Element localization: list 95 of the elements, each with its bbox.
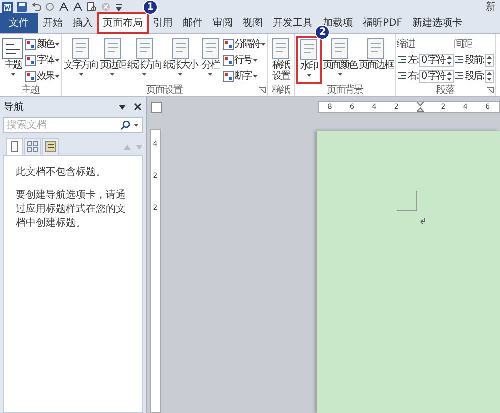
ribbon-button[interactable]: 水印	[296, 36, 322, 84]
document-icon	[44, 141, 56, 153]
grid-icon[interactable]	[222, 54, 234, 66]
save-icon[interactable]	[17, 2, 27, 12]
grid-icon	[26, 141, 38, 153]
step-badge: 2	[315, 25, 330, 40]
caret-icon[interactable]	[55, 43, 60, 46]
group-label: 稿纸	[272, 84, 290, 97]
caret-icon[interactable]	[306, 74, 312, 77]
grid-icon[interactable]	[222, 70, 234, 82]
spin-field[interactable]	[484, 54, 494, 66]
ribbon-tab[interactable]: 插入	[68, 13, 98, 33]
search-icon[interactable]	[121, 120, 130, 130]
print-preview-icon[interactable]	[87, 2, 97, 12]
indent-icon[interactable]	[397, 55, 407, 65]
indent-icon[interactable]	[454, 71, 464, 81]
caret-icon[interactable]	[252, 75, 258, 78]
file-tab[interactable]: 文件	[0, 13, 38, 33]
ribbon-button[interactable]: 页面边框	[358, 36, 394, 84]
pane-title: 导航	[4, 100, 24, 114]
word-logo-icon[interactable]	[2, 2, 13, 12]
page-icon	[8, 141, 20, 153]
section-label: 缩进	[397, 38, 416, 51]
ribbon-button[interactable]: 颜色	[25, 37, 60, 51]
field-label: 段前:	[464, 54, 484, 67]
ribbon-button[interactable]: 分栏	[198, 36, 222, 84]
view-tab[interactable]	[6, 138, 23, 155]
ribbon-button[interactable]: 字体	[25, 53, 60, 67]
caret-icon[interactable]	[55, 59, 60, 62]
field-label: 段后:	[464, 70, 484, 83]
grid-icon[interactable]	[222, 38, 234, 50]
caret-icon[interactable]	[261, 43, 266, 46]
caret-icon[interactable]	[110, 73, 116, 76]
caret-icon[interactable]	[142, 73, 147, 76]
caret-icon[interactable]	[10, 73, 16, 76]
hint-text: 要创建导航选项卡，请通过应用标题样式在您的文档中创建标题。	[16, 189, 127, 231]
ribbon-tab[interactable]: 审阅	[208, 13, 238, 33]
ribbon-button[interactable]: 断字	[222, 69, 266, 83]
spinner-arrows-icon[interactable]	[486, 72, 492, 80]
ribbon-button[interactable]: 文字方向	[63, 36, 99, 84]
spin-field[interactable]: 0 字符	[419, 54, 454, 66]
spinner-arrows-icon[interactable]	[486, 56, 492, 64]
group-label: 主题	[22, 84, 40, 97]
caret-icon[interactable]	[178, 73, 183, 76]
dropdown-arrow-icon[interactable]	[134, 124, 139, 126]
caret-icon[interactable]	[252, 59, 258, 62]
group-label: 页面设置	[146, 84, 182, 97]
view-tab[interactable]	[42, 138, 59, 155]
paragraph-mark-icon[interactable]	[420, 218, 426, 224]
spin-field[interactable]: 0 字符	[419, 70, 454, 82]
ribbon-tab[interactable]: 开发工具	[268, 13, 318, 33]
ribbon-button[interactable]: 稿纸 设置	[269, 36, 293, 84]
close-icon[interactable]	[134, 103, 142, 111]
message-text: 此文档不包含标题。	[16, 166, 107, 180]
indent-icon[interactable]	[397, 71, 407, 81]
window-title: 新	[486, 0, 496, 14]
tab-stop-selector[interactable]	[151, 102, 162, 112]
caret-icon[interactable]	[208, 73, 213, 76]
spin-field[interactable]	[484, 70, 494, 82]
group-label: 段落	[436, 84, 454, 97]
ribbon-button[interactable]: 分隔符	[222, 37, 266, 51]
ribbon-tab[interactable]: 福昕PDF	[358, 13, 408, 33]
ribbon-button[interactable]: 纸张方向	[126, 36, 162, 84]
dialog-launcher-icon[interactable]	[259, 87, 266, 94]
dropdown-arrow-icon[interactable]	[119, 104, 126, 110]
ribbon-button[interactable]: 行号	[222, 53, 266, 67]
grid-icon[interactable]	[25, 70, 36, 82]
section-label: 间距	[454, 38, 474, 51]
ribbon-button[interactable]: 纸张大小	[162, 36, 198, 84]
dialog-launcher-icon[interactable]	[486, 87, 494, 94]
spinner-arrows-icon[interactable]	[446, 72, 452, 80]
caret-icon[interactable]	[338, 73, 342, 76]
indent-icon[interactable]	[454, 55, 464, 65]
group-label: 页面背景	[327, 84, 363, 97]
undo-icon[interactable]	[31, 2, 41, 12]
ribbon-tab[interactable]: 新建选项卡	[407, 13, 468, 33]
ribbon-button[interactable]: 主题	[1, 36, 25, 84]
ribbon-tab[interactable]: 开始	[38, 13, 68, 33]
field-label: 右:	[408, 70, 418, 83]
field-label: 左:	[408, 54, 418, 67]
document-icon[interactable]	[2, 38, 24, 60]
caret-icon[interactable]	[78, 73, 84, 76]
ribbon-button[interactable]: 效果	[25, 69, 60, 83]
caret-icon[interactable]	[55, 75, 60, 78]
ribbon-tab[interactable]: 视图	[238, 13, 268, 33]
indent-marker-icon[interactable]	[416, 102, 424, 112]
ribbon-tab[interactable]: 页面布局	[98, 13, 148, 33]
ribbon-button[interactable]: 页边距	[99, 36, 126, 84]
grid-icon[interactable]	[25, 54, 36, 66]
customize-menu-icon[interactable]	[115, 2, 123, 12]
view-tab[interactable]	[24, 138, 41, 155]
spinner-arrows-icon[interactable]	[446, 56, 452, 64]
ribbon-tab[interactable]: 引用	[148, 13, 178, 33]
grid-icon[interactable]	[25, 38, 36, 50]
ribbon-tab[interactable]: 邮件	[178, 13, 208, 33]
